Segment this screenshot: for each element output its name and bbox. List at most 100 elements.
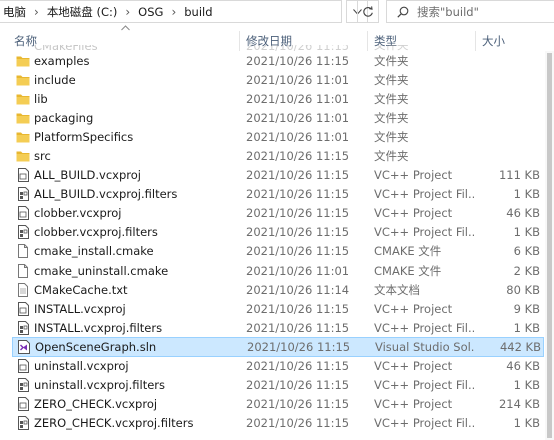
- file-date: 2021/10/26 11:15: [246, 168, 350, 183]
- file-size: 2 KB: [513, 263, 540, 278]
- file-date: 2021/10/26 11:15: [246, 149, 350, 164]
- file-size: [476, 108, 540, 127]
- list-item-1[interactable]: include 2021/10/26 11:01 文件夹: [0, 70, 554, 89]
- file-name: uninstall.vcxproj.filters: [34, 378, 165, 393]
- file-size: 46 KB: [506, 359, 540, 374]
- file-name: OpenSceneGraph.sln: [35, 339, 157, 354]
- list-item-2[interactable]: lib 2021/10/26 11:01 文件夹: [0, 89, 554, 108]
- list-item-10[interactable]: cmake_install.cmake 2021/10/26 11:15 CMA…: [0, 242, 554, 261]
- file-name: ZERO_CHECK.vcxproj.filters: [34, 416, 194, 431]
- file-type: 文件夹: [374, 53, 409, 68]
- filters-icon: [16, 318, 30, 337]
- list-item-3[interactable]: packaging 2021/10/26 11:01 文件夹: [0, 108, 554, 127]
- folder-icon: [16, 89, 30, 108]
- file-type: VC++ Project Fil...: [374, 320, 474, 335]
- breadcrumb-this-pc[interactable]: 电脑: [1, 4, 28, 20]
- file-name: cmake_uninstall.cmake: [34, 263, 169, 278]
- list-item-19[interactable]: ZERO_CHECK.vcxproj.filters 2021/10/26 11…: [0, 414, 554, 433]
- list-item-0[interactable]: examples 2021/10/26 11:15 文件夹: [0, 51, 554, 70]
- list-item-9[interactable]: clobber.vcxproj.filters 2021/10/26 11:15…: [0, 223, 554, 242]
- file-size: 1 KB: [513, 225, 540, 240]
- file-size: 111 KB: [498, 168, 540, 183]
- file-icon: [16, 242, 30, 261]
- file-type: VC++ Project Fil...: [374, 187, 474, 202]
- search-input[interactable]: [417, 4, 547, 19]
- list-item-5[interactable]: src 2021/10/26 11:15 文件夹: [0, 146, 554, 165]
- file-size: [476, 127, 540, 146]
- list-item-13[interactable]: INSTALL.vcxproj 2021/10/26 11:15 VC++ Pr…: [0, 299, 554, 318]
- list-item-11[interactable]: cmake_uninstall.cmake 2021/10/26 11:01 C…: [0, 261, 554, 280]
- file-type: Visual Studio Sol...: [375, 339, 475, 354]
- file-name: lib: [34, 91, 48, 106]
- search-icon: [397, 6, 409, 18]
- file-size: 214 KB: [498, 397, 540, 412]
- file-size: 1 KB: [513, 378, 540, 393]
- file-date: 2021/10/26 11:15: [246, 53, 350, 68]
- file-date: 2021/10/26 11:15: [246, 359, 350, 374]
- file-size: [476, 70, 540, 89]
- vcxproj-icon: [16, 357, 30, 376]
- file-name: clobber.vcxproj: [34, 206, 122, 221]
- file-name: PlatformSpecifics: [34, 129, 134, 144]
- file-name: include: [34, 72, 76, 87]
- file-size: 1 KB: [513, 416, 540, 431]
- file-date: 2021/10/26 11:15: [246, 206, 350, 221]
- address-bar[interactable]: 电脑 › 本地磁盘 (C:) › OSG › build: [0, 0, 342, 23]
- filters-icon: [16, 223, 30, 242]
- toolbar: 电脑 › 本地磁盘 (C:) › OSG › build: [0, 0, 554, 24]
- breadcrumb-build[interactable]: build: [182, 5, 214, 19]
- file-name: CMakeCache.txt: [34, 282, 128, 297]
- filters-icon: [16, 185, 30, 204]
- folder-icon: [16, 127, 30, 146]
- file-type: VC++ Project Fil...: [374, 416, 474, 431]
- file-date: 2021/10/26 11:15: [246, 378, 350, 393]
- breadcrumb-separator-icon[interactable]: ›: [28, 5, 45, 19]
- list-item-14[interactable]: INSTALL.vcxproj.filters 2021/10/26 11:15…: [0, 318, 554, 337]
- list-item-12[interactable]: CMakeCache.txt 2021/10/26 11:14 文本文档 80 …: [0, 280, 554, 299]
- list-item-7[interactable]: ALL_BUILD.vcxproj.filters 2021/10/26 11:…: [0, 185, 554, 204]
- list-item-8[interactable]: clobber.vcxproj 2021/10/26 11:15 VC++ Pr…: [0, 204, 554, 223]
- vcxproj-icon: [16, 204, 30, 223]
- list-item-6[interactable]: ALL_BUILD.vcxproj 2021/10/26 11:15 VC++ …: [0, 166, 554, 185]
- file-date: 2021/10/26 11:15: [247, 339, 351, 354]
- list-item-15[interactable]: OpenSceneGraph.sln 2021/10/26 11:15 Visu…: [12, 337, 544, 357]
- file-type: CMAKE 文件: [374, 244, 442, 259]
- file-type: VC++ Project Fil...: [374, 378, 474, 393]
- breadcrumb-osg[interactable]: OSG: [136, 5, 165, 19]
- file-date: 2021/10/26 11:15: [246, 416, 350, 431]
- file-size: [476, 51, 540, 70]
- file-name: clobber.vcxproj.filters: [34, 225, 158, 240]
- breadcrumb-separator-icon[interactable]: ›: [165, 5, 182, 19]
- file-name: INSTALL.vcxproj: [34, 301, 126, 316]
- file-size: 1 KB: [513, 187, 540, 202]
- file-date: 2021/10/26 11:01: [246, 91, 350, 106]
- breadcrumb-local-disk[interactable]: 本地磁盘 (C:): [45, 4, 120, 20]
- file-type: 文件夹: [374, 149, 409, 164]
- file-name: uninstall.vcxproj: [34, 359, 129, 374]
- folder-icon: [16, 70, 30, 89]
- file-name: ZERO_CHECK.vcxproj: [34, 397, 158, 412]
- refresh-button[interactable]: [357, 0, 379, 23]
- scrollbar-thumb[interactable]: [547, 53, 552, 438]
- file-name: examples: [34, 53, 90, 68]
- file-name: src: [34, 149, 51, 164]
- file-date: 2021/10/26 11:01: [246, 263, 350, 278]
- vcxproj-icon: [16, 299, 30, 318]
- list-item-4[interactable]: PlatformSpecifics 2021/10/26 11:01 文件夹: [0, 127, 554, 146]
- list-item-18[interactable]: ZERO_CHECK.vcxproj 2021/10/26 11:15 VC++…: [0, 395, 554, 414]
- search-box[interactable]: [386, 0, 554, 23]
- vertical-scrollbar[interactable]: [545, 51, 554, 440]
- file-type: 文件夹: [374, 110, 409, 125]
- list-item-16[interactable]: uninstall.vcxproj 2021/10/26 11:15 VC++ …: [0, 357, 554, 376]
- file-date: 2021/10/26 11:01: [246, 110, 350, 125]
- file-type: VC++ Project: [374, 301, 453, 316]
- file-type: VC++ Project: [374, 397, 453, 412]
- breadcrumb-separator-icon[interactable]: ›: [119, 5, 136, 19]
- list-item-17[interactable]: uninstall.vcxproj.filters 2021/10/26 11:…: [0, 376, 554, 395]
- file-name: ALL_BUILD.vcxproj.filters: [34, 187, 178, 202]
- text-file-icon: [16, 280, 30, 299]
- file-type: 文本文档: [374, 282, 420, 297]
- filters-icon: [16, 376, 30, 395]
- file-date: 2021/10/26 11:14: [246, 282, 350, 297]
- folder-icon: [16, 51, 30, 70]
